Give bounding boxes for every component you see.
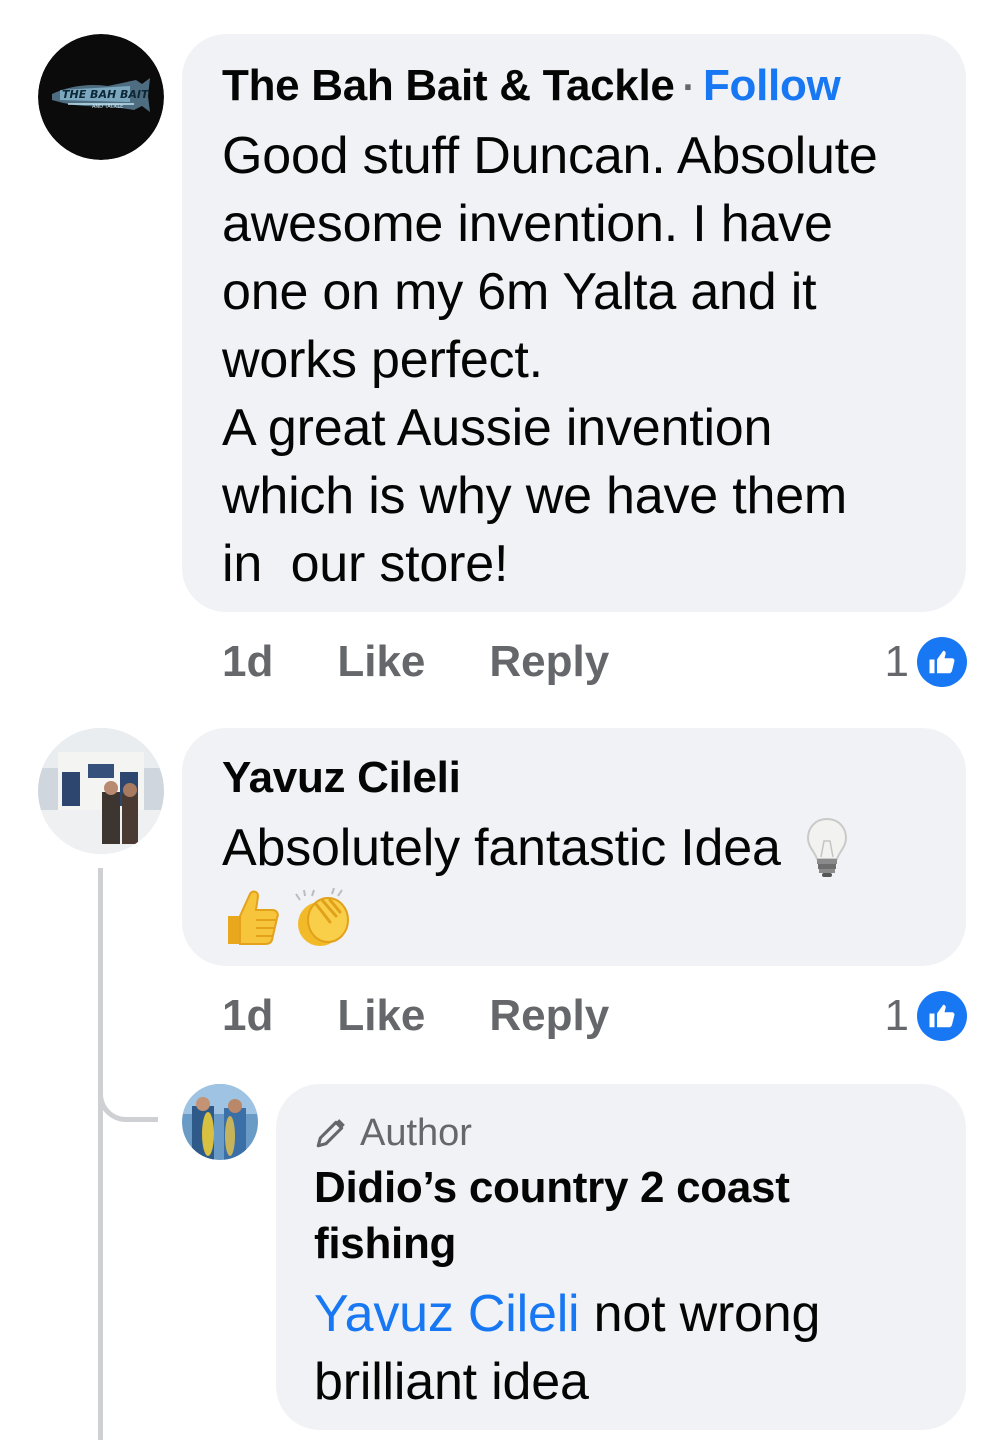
reply-text-segment: not wrong (579, 1285, 821, 1343)
thread-connector-elbow (98, 1070, 158, 1122)
profile-photo-icon (38, 728, 164, 854)
like-reaction-icon (917, 637, 967, 687)
reply-author-name-line: Didio’s country 2 coast (314, 1163, 790, 1212)
bah-bait-logo-icon: THE BAH BAIT AND TACKLE (38, 34, 164, 160)
avatar-bah-bait-tackle[interactable]: THE BAH BAIT AND TACKLE (38, 34, 164, 160)
comment-text-line: A great Aussie invention (222, 399, 773, 457)
reaction-count: 1 (884, 637, 909, 686)
comment-text: Good stuff Duncan. Absolute awesome inve… (222, 122, 936, 598)
comment-text-line: Absolutely fantastic Idea (222, 819, 781, 877)
author-badge: Author (314, 1110, 936, 1156)
light-bulb-icon (805, 817, 849, 879)
profile-photo-icon (182, 1084, 258, 1160)
comment-author-name[interactable]: The Bah Bait & Tackle (222, 61, 675, 110)
thumbs-up-icon (222, 886, 282, 948)
mention-link[interactable]: Yavuz Cileli (314, 1285, 580, 1343)
comment-text-line: awesome invention. I have (222, 195, 833, 253)
author-badge-label: Author (360, 1111, 472, 1154)
comment-header: The Bah Bait & Tackle · Follow (222, 60, 936, 114)
comment-text-line: in our store! (222, 535, 509, 593)
comment-text-line: Good stuff Duncan. Absolute (222, 127, 878, 185)
reaction-summary-2[interactable]: 1 (885, 986, 967, 1046)
follow-button[interactable]: Follow (703, 61, 841, 110)
comment-actions-2: 1d Like Reply (222, 986, 673, 1046)
comment-bubble-2: Yavuz Cileli Absolutely fantastic Idea (182, 728, 966, 966)
separator-dot: · (682, 67, 696, 109)
reply-author-name[interactable]: Didio’s country 2 coast fishing (314, 1160, 936, 1272)
reply-button[interactable]: Reply (489, 991, 609, 1041)
emoji-row (222, 884, 936, 950)
comment-author-name[interactable]: Yavuz Cileli (222, 752, 936, 804)
comment-actions-1: 1d Like Reply (222, 632, 673, 692)
comment-text: Absolutely fantastic Idea (222, 814, 936, 882)
like-reaction-icon (917, 991, 967, 1041)
reply-bubble: Author Didio’s country 2 coast fishing Y… (276, 1084, 966, 1430)
reply-author-name-line: fishing (314, 1219, 457, 1268)
reply-text: Yavuz Cileli not wrong brilliant idea (314, 1280, 936, 1416)
reply-text-line: brilliant idea (314, 1353, 589, 1411)
like-button[interactable]: Like (337, 991, 425, 1041)
reaction-summary-1[interactable]: 1 (885, 632, 967, 692)
svg-text:AND TACKLE: AND TACKLE (92, 104, 123, 110)
timestamp[interactable]: 1d (222, 991, 273, 1041)
comment-text-line: one on my 6m Yalta and it (222, 263, 817, 321)
comment-text-line: works perfect. (222, 331, 543, 389)
comment-bubble-1: The Bah Bait & Tackle · Follow Good stuff … (182, 34, 966, 612)
clapping-hands-icon (290, 884, 356, 950)
reaction-count: 1 (884, 991, 909, 1040)
like-button[interactable]: Like (337, 637, 425, 687)
avatar-yavuz-cileli[interactable] (38, 728, 164, 854)
avatar-didios-country-2-coast[interactable] (182, 1084, 258, 1160)
comment-text-line: which is why we have them (222, 467, 848, 525)
timestamp[interactable]: 1d (222, 637, 273, 687)
svg-text:THE BAH BAIT: THE BAH BAIT (62, 88, 150, 101)
thread-connector-vertical (98, 868, 103, 1440)
pencil-icon (314, 1116, 348, 1150)
reply-button[interactable]: Reply (489, 637, 609, 687)
